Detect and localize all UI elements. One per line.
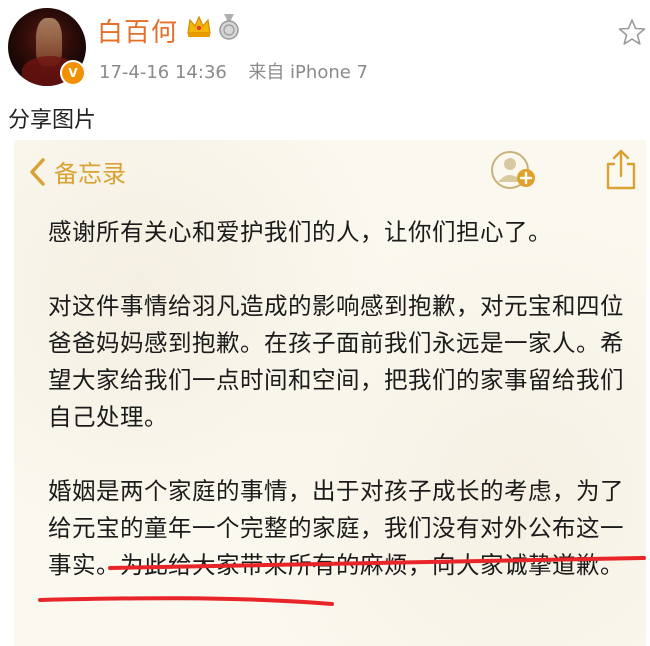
person-plus-icon[interactable] [490, 148, 538, 192]
post-meta: 17-4-16 14:36 来自 iPhone 7 [99, 58, 368, 84]
medal-icon [219, 14, 239, 40]
post-source: 来自 iPhone 7 [248, 62, 368, 83]
share-icon[interactable] [604, 148, 638, 190]
memo-screenshot: 备忘录 感谢所有关心和爱护我们的人，让你们担心了。 对这件事情给羽凡造成的影响感… [14, 140, 646, 646]
memo-body: 感谢所有关心和爱护我们的人，让你们担心了。 对这件事情给羽凡造成的影响感到抱歉，… [48, 214, 640, 584]
memo-back-label: 备忘录 [54, 160, 126, 188]
memo-paragraph: 感谢所有关心和爱护我们的人，让你们担心了。 [48, 218, 552, 246]
memo-back-button[interactable]: 备忘录 [28, 154, 126, 189]
post-header: V 白百何 17-4-16 14:36 来自 iPhone 7 [0, 0, 650, 100]
post-caption: 分享图片 [8, 108, 97, 133]
memo-paragraph: 对这件事情给羽凡造成的影响感到抱歉，对元宝和四位爸爸妈妈感到抱歉。在孩子面前我们… [48, 292, 624, 431]
memo-paragraph: 婚姻是两个家庭的事情，出于对孩子成长的考虑，为了给元宝的童年一个完整的家庭，我们… [48, 477, 624, 579]
post-timestamp: 17-4-16 14:36 [99, 62, 227, 83]
verified-badge: V [60, 60, 86, 86]
star-icon[interactable] [618, 18, 646, 46]
chevron-left-icon [30, 157, 45, 186]
crown-icon [187, 15, 211, 37]
username[interactable]: 白百何 [97, 12, 178, 49]
